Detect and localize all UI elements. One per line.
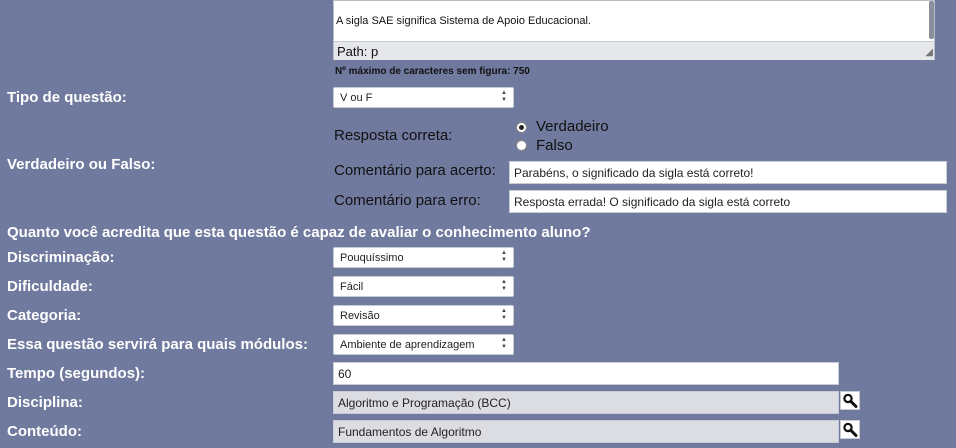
- discrimination-select[interactable]: Pouquíssimo ▲ ▼: [333, 247, 514, 268]
- select-arrows-icon: ▲ ▼: [501, 250, 507, 263]
- question-type-value: V ou F: [340, 92, 373, 104]
- modules-value: Ambiente de aprendizagem: [340, 339, 475, 351]
- discipline-input: Algoritmo e Programação (BCC): [333, 391, 839, 414]
- comment-correct-label: Comentário para acerto:: [334, 162, 496, 179]
- content-search-button[interactable]: [840, 420, 860, 439]
- select-arrows-icon: ▲ ▼: [501, 279, 507, 292]
- difficulty-select[interactable]: Fácil ▲ ▼: [333, 276, 514, 297]
- question-type-select[interactable]: V ou F ▲ ▼: [333, 87, 514, 108]
- discrimination-label: Discriminação:: [7, 249, 115, 266]
- difficulty-label: Dificuldade:: [7, 278, 93, 295]
- category-label: Categoria:: [7, 307, 82, 324]
- resize-grip-icon[interactable]: ◢: [925, 48, 933, 58]
- radio-falso[interactable]: [516, 140, 527, 151]
- modules-label: Essa questão servirá para quais módulos:: [7, 336, 308, 353]
- comment-correct-input[interactable]: Parabéns, o significado da sigla está co…: [509, 161, 947, 184]
- time-input[interactable]: 60: [333, 362, 839, 385]
- true-false-label: Verdadeiro ou Falso:: [7, 156, 156, 173]
- discipline-search-button[interactable]: [840, 391, 860, 410]
- category-value: Revisão: [340, 310, 380, 322]
- comment-wrong-label: Comentário para erro:: [334, 192, 481, 209]
- radio-verdadeiro-label: Verdadeiro: [536, 118, 609, 135]
- question-editor[interactable]: A sigla SAE significa Sistema de Apoio E…: [333, 0, 935, 60]
- correct-answer-label: Resposta correta:: [334, 127, 453, 144]
- select-arrows-icon: ▲ ▼: [501, 308, 507, 321]
- magnifier-icon: [843, 393, 858, 408]
- select-arrows-icon: ▲ ▼: [501, 337, 507, 350]
- content-label: Conteúdo:: [7, 423, 82, 440]
- radio-verdadeiro[interactable]: [516, 122, 527, 133]
- editor-path: Path: p: [334, 41, 934, 60]
- comment-wrong-input[interactable]: Resposta errada! O significado da sigla …: [509, 190, 947, 213]
- time-label: Tempo (segundos):: [7, 365, 146, 382]
- discipline-label: Disciplina:: [7, 394, 83, 411]
- modules-select[interactable]: Ambiente de aprendizagem ▲ ▼: [333, 334, 514, 355]
- magnifier-icon: [843, 422, 858, 437]
- radio-falso-label: Falso: [536, 137, 573, 154]
- difficulty-value: Fácil: [340, 281, 364, 293]
- question-type-label: Tipo de questão:: [7, 89, 127, 106]
- content-input: Fundamentos de Algoritmo: [333, 420, 839, 443]
- assessment-question: Quanto você acredita que esta questão é …: [7, 224, 591, 241]
- editor-content[interactable]: A sigla SAE significa Sistema de Apoio E…: [336, 15, 591, 27]
- editor-scrollbar[interactable]: [929, 1, 934, 39]
- max-chars-note: Nº máximo de caracteres sem figura: 750: [335, 66, 530, 77]
- category-select[interactable]: Revisão ▲ ▼: [333, 305, 514, 326]
- discrimination-value: Pouquíssimo: [340, 252, 404, 264]
- select-arrows-icon: ▲ ▼: [501, 90, 507, 103]
